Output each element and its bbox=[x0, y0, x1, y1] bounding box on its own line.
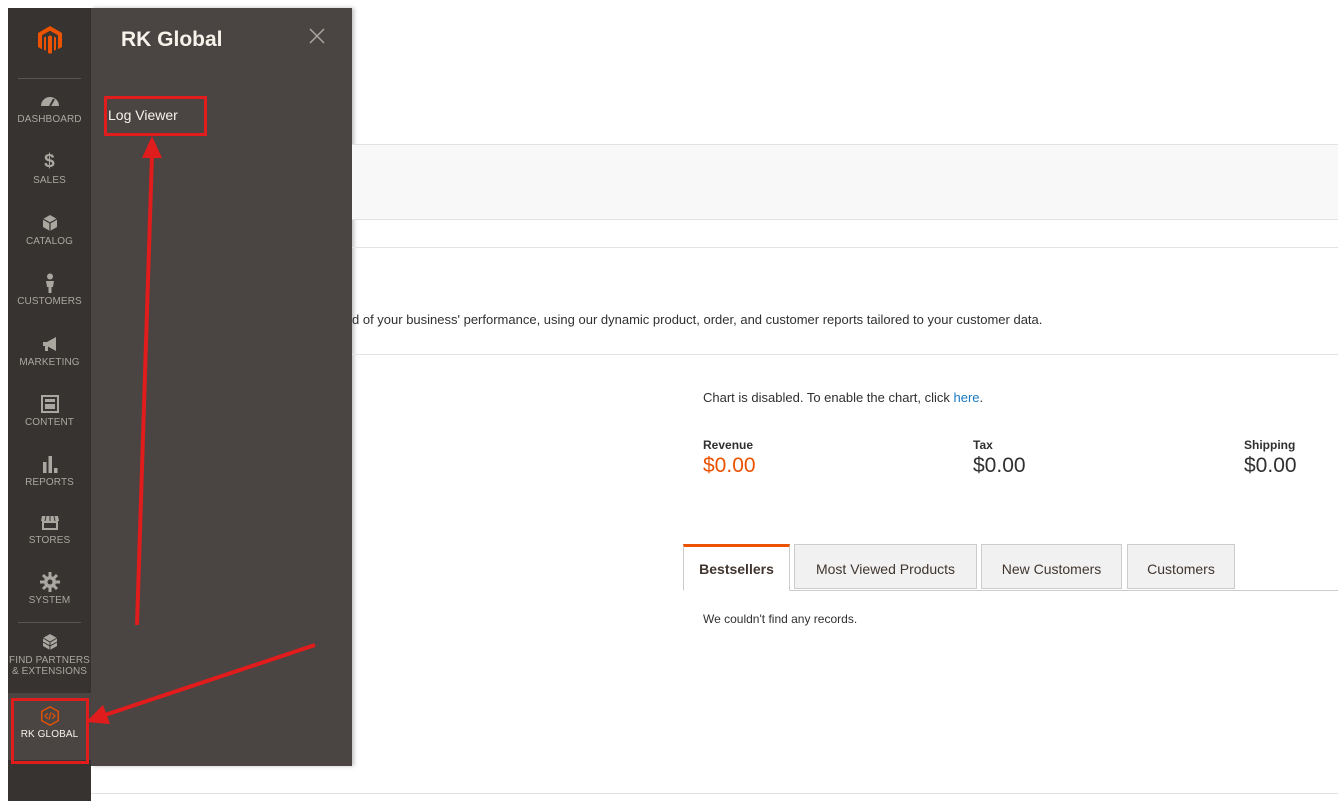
nav-reports[interactable]: REPORTS bbox=[8, 453, 91, 513]
rk-global-highlight bbox=[11, 698, 89, 764]
nav-stores-label: STORES bbox=[28, 535, 71, 546]
page-actions-band bbox=[352, 144, 1338, 220]
magento-logo[interactable] bbox=[8, 26, 91, 59]
nav-customers-label: CUSTOMERS bbox=[17, 296, 82, 307]
nav-catalog[interactable]: CATALOG bbox=[8, 212, 91, 272]
chart-disabled-message: Chart is disabled. To enable the chart, … bbox=[703, 390, 983, 405]
shipping-value: $0.00 bbox=[1244, 454, 1297, 477]
section-divider-2 bbox=[352, 354, 1338, 355]
tab-new-customers[interactable]: New Customers bbox=[981, 544, 1122, 589]
no-records-message: We couldn't find any records. bbox=[703, 612, 858, 626]
panel-title: RK Global bbox=[121, 28, 223, 51]
nav-content[interactable]: CONTENT bbox=[8, 393, 91, 453]
nav-marketing[interactable]: MARKETING bbox=[8, 333, 91, 393]
nav-find-partners-label-2: & EXTENSIONS bbox=[11, 666, 88, 677]
rail-divider bbox=[18, 78, 81, 79]
log-viewer-highlight bbox=[104, 96, 207, 136]
revenue-stat: Revenue $0.00 bbox=[703, 438, 756, 478]
nav-customers[interactable]: CUSTOMERS bbox=[8, 272, 91, 332]
tax-label: Tax bbox=[973, 438, 993, 452]
footer-divider bbox=[91, 793, 1338, 794]
gear-icon bbox=[39, 572, 60, 592]
bar-chart-icon bbox=[42, 456, 57, 473]
tab-bestsellers[interactable]: Bestsellers bbox=[683, 544, 790, 591]
box-icon bbox=[42, 215, 57, 231]
shipping-label: Shipping bbox=[1244, 438, 1296, 452]
chart-msg-prefix: Chart is disabled. To enable the chart, … bbox=[703, 390, 954, 405]
close-icon bbox=[309, 28, 325, 44]
nav-find-partners-label-1: FIND PARTNERS bbox=[9, 655, 90, 666]
nav-system-label: SYSTEM bbox=[28, 595, 71, 606]
person-icon bbox=[45, 273, 54, 293]
storefront-icon bbox=[40, 515, 59, 530]
tab-most-viewed-products[interactable]: Most Viewed Products bbox=[794, 544, 977, 589]
dashboard-intro-text: d of your business' performance, using o… bbox=[352, 312, 1043, 327]
nav-marketing-label: MARKETING bbox=[19, 357, 80, 368]
tax-stat: Tax $0.00 bbox=[973, 438, 1026, 478]
megaphone-icon bbox=[42, 337, 56, 351]
section-divider bbox=[352, 247, 1338, 248]
nav-dashboard[interactable]: DASHBOARD bbox=[8, 90, 91, 150]
nav-reports-label: REPORTS bbox=[25, 477, 74, 488]
tab-customers[interactable]: Customers bbox=[1127, 544, 1235, 589]
nav-catalog-label: CATALOG bbox=[25, 236, 73, 247]
revenue-label: Revenue bbox=[703, 438, 754, 452]
magento-logo-icon bbox=[37, 26, 62, 54]
extensions-icon bbox=[42, 634, 57, 650]
revenue-value: $0.00 bbox=[703, 454, 756, 477]
tax-value: $0.00 bbox=[973, 454, 1026, 477]
close-button[interactable] bbox=[309, 28, 325, 49]
admin-nav-rail: DASHBOARD $ SALES CATALOG CUSTOMERS MARK… bbox=[8, 8, 91, 801]
dollar-icon: $ bbox=[44, 151, 55, 172]
rail-divider-2 bbox=[18, 622, 81, 623]
nav-find-partners[interactable]: FIND PARTNERS & EXTENSIONS bbox=[8, 631, 91, 693]
nav-dashboard-label: DASHBOARD bbox=[17, 114, 82, 125]
nav-stores[interactable]: STORES bbox=[8, 511, 91, 571]
dashboard-icon bbox=[40, 97, 59, 107]
layout-icon bbox=[40, 395, 59, 413]
nav-sales-label: SALES bbox=[33, 175, 66, 186]
shipping-stat: Shipping $0.00 bbox=[1244, 438, 1297, 478]
nav-sales[interactable]: $ SALES bbox=[8, 151, 91, 211]
nav-content-label: CONTENT bbox=[24, 417, 75, 428]
chart-msg-suffix: . bbox=[979, 390, 984, 405]
enable-chart-link[interactable]: here bbox=[954, 390, 980, 405]
